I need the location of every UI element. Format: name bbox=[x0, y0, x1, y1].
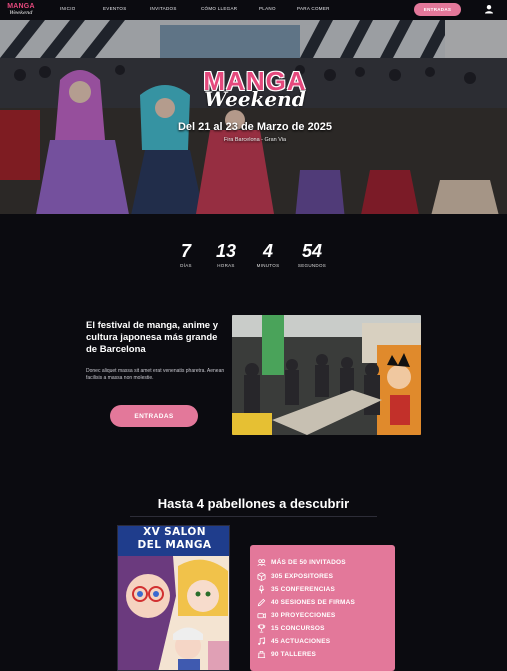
countdown-minutes: 4 MINUTOS bbox=[248, 241, 288, 268]
logo-line2: Weekend bbox=[9, 10, 33, 16]
pen-icon bbox=[257, 598, 266, 606]
site-logo[interactable]: MANGA Weekend bbox=[5, 3, 37, 17]
stat-item: 15 CONCURSOS bbox=[257, 623, 325, 633]
stat-label: 45 ACTUACIONES bbox=[271, 637, 331, 645]
countdown-minutes-value: 4 bbox=[262, 241, 273, 261]
nav-item-para-comer[interactable]: PARA COMER bbox=[297, 6, 330, 11]
user-icon[interactable] bbox=[484, 4, 494, 14]
stat-label: 90 TALLERES bbox=[271, 650, 317, 658]
workshop-icon bbox=[257, 650, 266, 658]
event-venue: Fira Barcelona - Gran Via bbox=[223, 137, 287, 143]
nav-item-plano[interactable]: PLANO bbox=[259, 6, 276, 11]
music-icon bbox=[258, 636, 266, 645]
countdown-seconds: 54 SEGUNDOS bbox=[292, 241, 332, 268]
countdown-days-label: DÍAS bbox=[180, 263, 192, 268]
projector-icon bbox=[257, 612, 266, 618]
event-date: Del 21 al 23 de Marzo de 2025 bbox=[177, 121, 333, 133]
stat-item: 35 CONFERENCIAS bbox=[257, 584, 335, 594]
poster-header: XV SALÓN DEL MANGA bbox=[118, 526, 229, 556]
hero-crowd-image bbox=[0, 20, 507, 214]
countdown-seconds-value: 54 bbox=[301, 241, 323, 261]
stat-item: 305 EXPOSITORES bbox=[257, 571, 333, 581]
stat-item: 40 SESIONES DE FIRMAS bbox=[257, 597, 355, 607]
stat-label: 15 CONCURSOS bbox=[271, 624, 325, 632]
poster-artwork bbox=[118, 556, 229, 670]
countdown: 7 DÍAS 13 HORAS 4 MINUTOS 54 SEGUNDOS bbox=[0, 241, 507, 281]
salon-del-manga-poster: XV SALÓN DEL MANGA bbox=[117, 525, 230, 671]
hero-logo: MANGA Weekend bbox=[150, 68, 360, 111]
divider bbox=[130, 516, 377, 517]
tickets-button[interactable]: ENTRADAS bbox=[110, 405, 198, 427]
nav-item-inicio[interactable]: INICIO bbox=[60, 6, 76, 11]
feature-photo bbox=[232, 315, 421, 435]
box-icon bbox=[257, 571, 266, 581]
stat-item: MÁS DE 50 INVITADOS bbox=[257, 557, 346, 567]
microphone-icon bbox=[258, 584, 265, 593]
stat-label: 35 CONFERENCIAS bbox=[271, 585, 336, 593]
countdown-hours-label: HORAS bbox=[217, 263, 235, 268]
nav-item-como-llegar[interactable]: CÓMO LLEGAR bbox=[201, 6, 237, 11]
countdown-days: 7 DÍAS bbox=[166, 241, 206, 268]
stat-label: MÁS DE 50 INVITADOS bbox=[271, 558, 346, 566]
feature-description: Donec aliquet massa sit amet erat venena… bbox=[86, 368, 225, 381]
trophy-icon bbox=[257, 623, 266, 633]
top-nav: MANGA Weekend INICIO EVENTOS INVITADOS C… bbox=[0, 0, 507, 20]
guests-icon bbox=[257, 558, 266, 566]
nav-tickets-button[interactable]: ENTRADAS bbox=[414, 3, 461, 16]
countdown-minutes-label: MINUTOS bbox=[256, 263, 280, 268]
exhibition-hall-image bbox=[232, 315, 421, 435]
pavilions-heading: Hasta 4 pabellones a descubrir bbox=[157, 496, 350, 511]
stat-item: 45 ACTUACIONES bbox=[257, 636, 330, 646]
stat-item: 30 PROYECCIONES bbox=[257, 610, 335, 620]
stat-label: 305 EXPOSITORES bbox=[271, 572, 334, 580]
hero-banner: MANGA Weekend Del 21 al 23 de Marzo de 2… bbox=[0, 20, 507, 214]
stat-label: 40 SESIONES DE FIRMAS bbox=[271, 598, 356, 606]
stat-item: 90 TALLERES bbox=[257, 649, 316, 659]
nav-item-invitados[interactable]: INVITADOS bbox=[150, 6, 177, 11]
feature-heading: El festival de manga, anime y cultura ja… bbox=[86, 320, 218, 355]
hero-logo-line2: Weekend bbox=[204, 87, 306, 111]
stat-label: 30 PROYECCIONES bbox=[271, 611, 336, 619]
pavilions-stats-card: MÁS DE 50 INVITADOS 305 EXPOSITORES 35 C… bbox=[250, 545, 395, 671]
nav-item-eventos[interactable]: EVENTOS bbox=[103, 6, 127, 11]
logo-line1: MANGA bbox=[7, 3, 35, 10]
countdown-seconds-label: SEGUNDOS bbox=[297, 263, 327, 268]
countdown-hours: 13 HORAS bbox=[206, 241, 246, 268]
poster-line1: XV SALÓN bbox=[143, 526, 206, 538]
countdown-days-value: 7 bbox=[180, 241, 191, 261]
countdown-hours-value: 13 bbox=[215, 241, 237, 261]
poster-line2: DEL MANGA bbox=[137, 539, 212, 551]
